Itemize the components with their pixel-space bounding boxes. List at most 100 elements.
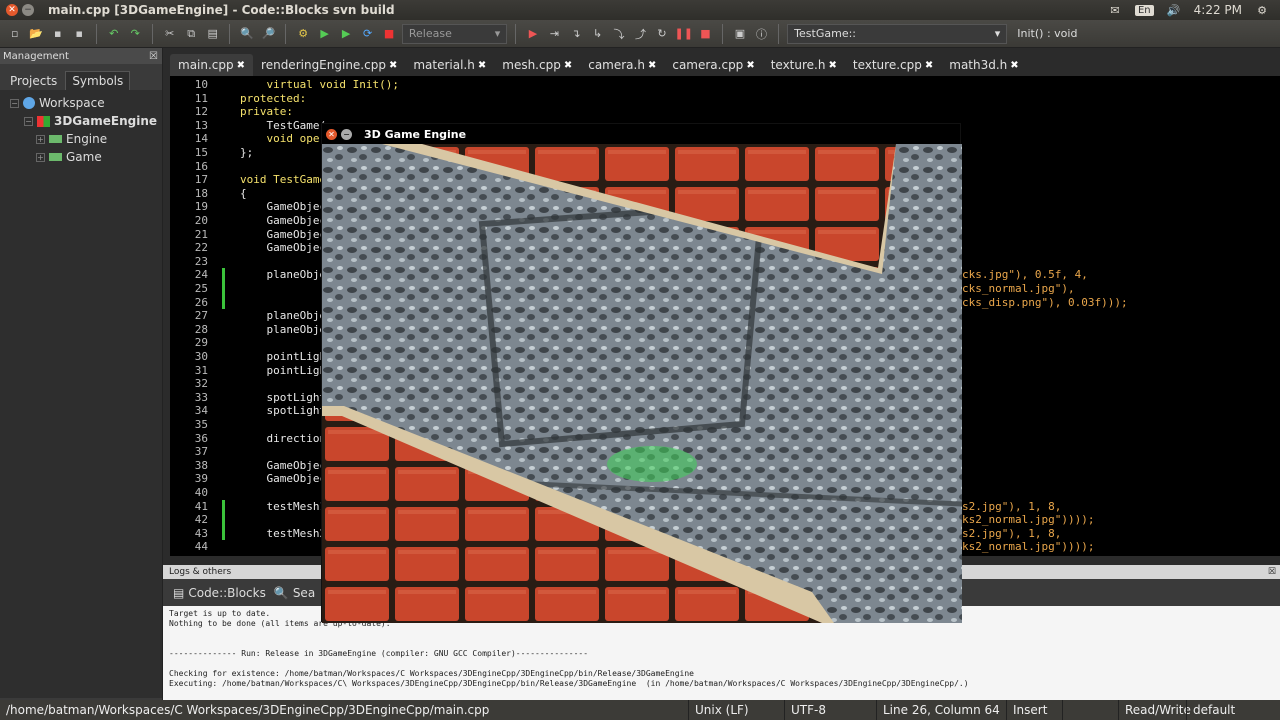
editor-tab[interactable]: texture.cpp ✖ <box>845 54 941 76</box>
next-line-icon[interactable]: ↴ <box>567 25 585 43</box>
tree-node-folder[interactable]: + Engine <box>0 130 162 148</box>
line-number: 24 <box>194 268 208 282</box>
line-number: 44 <box>194 540 208 554</box>
tree-node-workspace[interactable]: − Workspace <box>0 94 162 112</box>
close-panel-icon[interactable]: ☒ <box>149 51 162 62</box>
run-icon[interactable]: ▶ <box>316 25 334 43</box>
code-line: planeObje <box>240 322 327 336</box>
management-header: Management ☒ <box>0 48 162 64</box>
code-line: spotLight <box>240 390 327 404</box>
close-tab-icon[interactable]: ✖ <box>478 60 486 71</box>
build-and-run-icon[interactable]: ▶ <box>337 25 355 43</box>
minimize-window-button[interactable]: − <box>22 4 34 16</box>
editor-tab[interactable]: camera.cpp ✖ <box>664 54 762 76</box>
line-number: 43 <box>194 526 208 540</box>
status-encoding: UTF-8 <box>784 700 876 720</box>
close-tab-icon[interactable]: ✖ <box>389 60 397 71</box>
info-icon[interactable]: ⓘ <box>753 25 771 43</box>
close-logs-icon[interactable]: ☒ <box>1268 567 1280 577</box>
clock[interactable]: 4:22 PM <box>1194 3 1242 17</box>
debug-windows-icon[interactable]: ▣ <box>731 25 749 43</box>
mail-icon[interactable]: ✉ <box>1107 3 1123 17</box>
scope-select[interactable]: TestGame:: ▾ <box>787 23 1008 44</box>
tab-symbols[interactable]: Symbols <box>65 71 131 90</box>
close-tab-icon[interactable]: ✖ <box>828 60 836 71</box>
editor-tab[interactable]: main.cpp ✖ <box>170 54 254 76</box>
save-all-icon[interactable]: ▪ <box>71 25 89 43</box>
code-line: GameObjec <box>240 472 327 486</box>
workspace-icon <box>23 97 35 109</box>
minimize-game-window-icon[interactable]: − <box>341 128 352 140</box>
code-line: TestGame( <box>240 118 327 132</box>
close-game-window-icon[interactable]: ✕ <box>326 128 337 140</box>
project-label: 3DGameEngine <box>54 114 158 128</box>
line-number: 15 <box>194 146 208 159</box>
close-tab-icon[interactable]: ✖ <box>237 60 245 71</box>
save-icon[interactable]: ▪ <box>49 25 67 43</box>
find-icon[interactable]: 🔍 <box>238 25 256 43</box>
abort-icon[interactable]: ■ <box>380 25 398 43</box>
editor-tab[interactable]: renderingEngine.cpp ✖ <box>253 54 405 76</box>
build-target-select[interactable]: Release ▾ <box>401 23 508 44</box>
editor-tab[interactable]: mesh.cpp ✖ <box>494 54 580 76</box>
new-file-icon[interactable]: ▫ <box>6 25 24 43</box>
close-tab-icon[interactable]: ✖ <box>648 60 656 71</box>
close-tab-icon[interactable]: ✖ <box>746 60 754 71</box>
code-line: GameObjec <box>240 458 327 472</box>
tab-codeblocks-log[interactable]: ▤ Code::Blocks <box>173 586 266 600</box>
collapse-icon[interactable]: − <box>24 116 33 126</box>
line-number: 40 <box>194 486 208 499</box>
pause-icon[interactable]: ❚❚ <box>675 25 693 43</box>
status-bar: /home/batman/Workspaces/C Workspaces/3DE… <box>0 700 1280 720</box>
editor-tab[interactable]: material.h ✖ <box>405 54 494 76</box>
tree-node-project[interactable]: − 3DGameEngine <box>0 112 162 130</box>
close-tab-icon[interactable]: ✖ <box>925 60 933 71</box>
toolbar-separator <box>515 23 517 44</box>
step-out-icon[interactable]: ⤴ <box>632 25 650 43</box>
close-tab-icon[interactable]: ✖ <box>1010 60 1018 71</box>
redo-icon[interactable]: ↷ <box>126 25 144 43</box>
power-gear-icon[interactable]: ⚙ <box>1254 3 1270 17</box>
editor-tab[interactable]: camera.h ✖ <box>580 54 664 76</box>
editor-tab[interactable]: texture.h ✖ <box>763 54 845 76</box>
expand-icon[interactable]: + <box>36 134 45 144</box>
game-window-titlebar[interactable]: ✕ − 3D Game Engine <box>322 124 960 144</box>
tab-projects[interactable]: Projects <box>4 72 63 90</box>
keyboard-layout-indicator[interactable]: En <box>1134 4 1154 16</box>
editor-tab-label: material.h <box>413 58 475 72</box>
cut-icon[interactable]: ✂ <box>161 25 179 43</box>
editor-tab-label: camera.h <box>588 58 645 72</box>
close-tab-icon[interactable]: ✖ <box>564 60 572 71</box>
replace-icon[interactable]: 🔎 <box>260 25 278 43</box>
game-render-viewport[interactable] <box>322 144 962 623</box>
build-gear-icon[interactable]: ⚙ <box>294 25 312 43</box>
collapse-icon[interactable]: − <box>10 98 19 108</box>
debug-run-icon[interactable]: ▶ <box>524 25 542 43</box>
line-number: 21 <box>194 227 208 241</box>
line-number: 13 <box>194 118 208 132</box>
expand-icon[interactable]: + <box>36 152 45 162</box>
line-number: 26 <box>194 295 208 309</box>
tab-search-results[interactable]: 🔍 Sea <box>274 586 315 600</box>
tree-node-folder[interactable]: + Game <box>0 148 162 166</box>
step-instruction-icon[interactable]: ↻ <box>653 25 671 43</box>
function-select[interactable]: Init() : void <box>1011 24 1280 44</box>
open-file-icon[interactable]: 📂 <box>28 25 46 43</box>
game-window[interactable]: ✕ − 3D Game Engine <box>321 123 962 623</box>
toolbar-separator <box>722 23 724 44</box>
copy-icon[interactable]: ⧉ <box>182 25 200 43</box>
line-number: 41 <box>194 499 208 513</box>
status-eol: Unix (LF) <box>688 700 784 720</box>
step-into-icon[interactable]: ⤵ <box>610 25 628 43</box>
run-to-cursor-icon[interactable]: ⇥ <box>546 25 564 43</box>
undo-icon[interactable]: ↶ <box>105 25 123 43</box>
stop-debug-icon[interactable]: ■ <box>697 25 715 43</box>
next-instruction-icon[interactable]: ↳ <box>589 25 607 43</box>
rebuild-icon[interactable]: ⟳ <box>359 25 377 43</box>
line-number-gutter: 10 11 12 13 14 15 16 17 18 19 20 21 22 23 24 25 26 27 28 29… <box>170 76 238 556</box>
volume-icon[interactable]: 🔊 <box>1166 3 1182 17</box>
paste-icon[interactable]: ▤ <box>204 25 222 43</box>
close-window-button[interactable]: ✕ <box>6 4 18 16</box>
editor-tab[interactable]: math3d.h ✖ <box>941 54 1026 76</box>
line-number: 37 <box>194 445 208 459</box>
